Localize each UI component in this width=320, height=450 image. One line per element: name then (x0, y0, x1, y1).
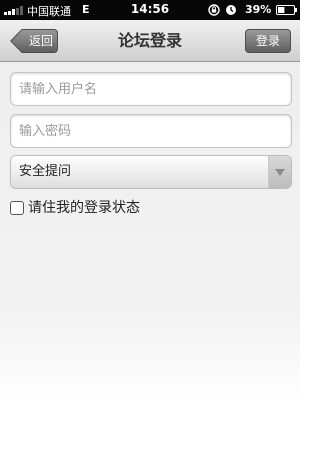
login-button[interactable]: 登录 (245, 29, 291, 53)
password-input[interactable] (19, 115, 279, 147)
dropdown-arrow[interactable] (268, 156, 291, 188)
navigation-bar: 论坛登录 返回 登录 (0, 20, 300, 62)
security-question-select[interactable]: 安全提问 (10, 155, 292, 189)
password-field[interactable] (10, 114, 292, 148)
rotation-lock-icon (208, 4, 220, 16)
remember-login-label: 请住我的登录状态 (28, 200, 140, 216)
alarm-clock-icon (226, 5, 236, 15)
security-question-value: 安全提问 (19, 164, 72, 179)
username-field[interactable] (10, 72, 292, 106)
chevron-down-icon (275, 169, 285, 176)
battery-icon (276, 5, 297, 15)
username-input[interactable] (19, 73, 279, 105)
battery-percentage: 39% (245, 3, 272, 16)
remember-login-checkbox[interactable] (10, 201, 24, 215)
login-form: 安全提问 请住我的登录状态 (0, 62, 300, 450)
status-bar: 中国联通 E 14:56 39% (0, 0, 300, 20)
back-button-label: 返回 (28, 34, 53, 48)
